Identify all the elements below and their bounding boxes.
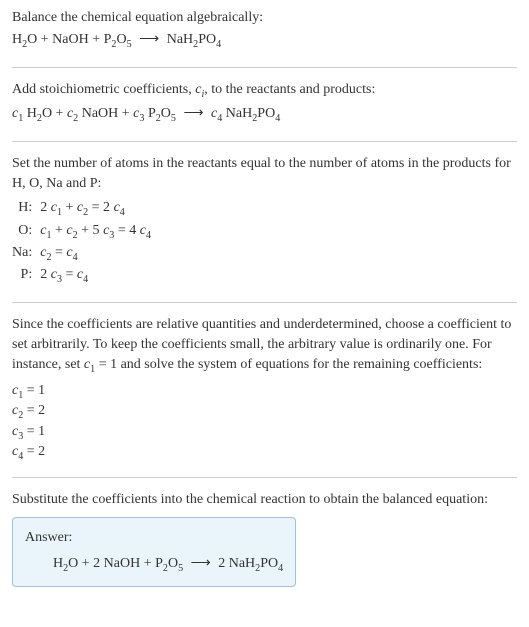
- divider: [12, 141, 517, 142]
- divider: [12, 67, 517, 68]
- atom-balance-table: H: 2 c1 + c2 = 2 c4 O: c1 + c2 + 5 c3 = …: [12, 198, 151, 288]
- solve-intro: Since the coefficients are relative quan…: [12, 315, 517, 378]
- coef-value: c2 = 2: [12, 402, 517, 422]
- stoich-intro: Add stoichiometric coefficients, ci, to …: [12, 80, 517, 102]
- atom-label: P:: [12, 265, 40, 287]
- divider: [12, 302, 517, 303]
- stoich-equation: c1 H2O + c2 NaOH + c3 P2O5 ⟶ c4 NaH2PO4: [12, 104, 517, 126]
- section-problem: Balance the chemical equation algebraica…: [12, 8, 517, 53]
- atom-label: O:: [12, 221, 40, 243]
- table-row: P: 2 c3 = c4: [12, 265, 151, 287]
- coef-value: c1 = 1: [12, 382, 517, 402]
- table-row: Na: c2 = c4: [12, 243, 151, 265]
- atom-expr: 2 c1 + c2 = 2 c4: [40, 198, 151, 220]
- answer-intro: Substitute the coefficients into the che…: [12, 490, 517, 510]
- atom-balance-intro: Set the number of atoms in the reactants…: [12, 154, 517, 195]
- answer-equation: H2O + 2 NaOH + P2O5 ⟶ 2 NaH2PO4: [25, 554, 283, 576]
- coef-value: c4 = 2: [12, 443, 517, 463]
- atom-label: Na:: [12, 243, 40, 265]
- atom-expr: c1 + c2 + 5 c3 = 4 c4: [40, 221, 151, 243]
- atom-expr: c2 = c4: [40, 243, 151, 265]
- answer-label: Answer:: [25, 528, 283, 548]
- section-atom-balance: Set the number of atoms in the reactants…: [12, 154, 517, 288]
- coefficients-list: c1 = 1 c2 = 2 c3 = 1 c4 = 2: [12, 382, 517, 464]
- atom-expr: 2 c3 = c4: [40, 265, 151, 287]
- section-stoichiometric: Add stoichiometric coefficients, ci, to …: [12, 80, 517, 127]
- section-solve: Since the coefficients are relative quan…: [12, 315, 517, 464]
- coef-value: c3 = 1: [12, 423, 517, 443]
- atom-label: H:: [12, 198, 40, 220]
- divider: [12, 477, 517, 478]
- table-row: H: 2 c1 + c2 = 2 c4: [12, 198, 151, 220]
- section-answer: Substitute the coefficients into the che…: [12, 490, 517, 587]
- problem-equation: H2O + NaOH + P2O5 ⟶ NaH2PO4: [12, 30, 517, 52]
- answer-box: Answer: H2O + 2 NaOH + P2O5 ⟶ 2 NaH2PO4: [12, 517, 296, 588]
- problem-intro: Balance the chemical equation algebraica…: [12, 8, 517, 28]
- table-row: O: c1 + c2 + 5 c3 = 4 c4: [12, 221, 151, 243]
